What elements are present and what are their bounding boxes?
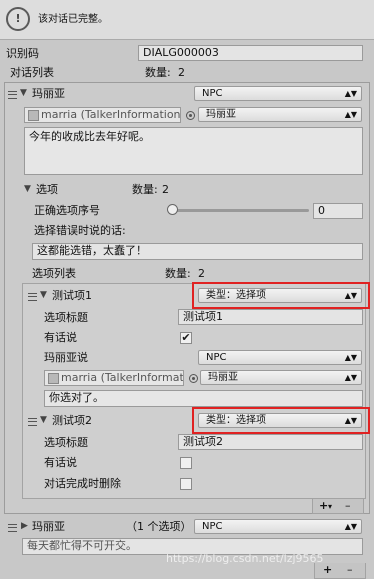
object-picker-icon[interactable] [189, 374, 198, 383]
dialog-list-label: 对话列表 [10, 66, 54, 79]
options-count-label: 数量: [132, 183, 158, 196]
fold-closed-icon[interactable]: ▶ [21, 519, 28, 533]
wrong-answer-label: 选择错误时说的话: [34, 224, 126, 237]
wrong-answer-field[interactable]: 这都能选错，太蠢了！ [32, 243, 363, 260]
fold-open-icon[interactable]: ▼ [20, 86, 27, 100]
option2-has-talk-label: 有话说 [44, 456, 77, 469]
talker1-content[interactable]: 今年的收成比去年好呢。 [24, 127, 363, 175]
object-icon [48, 373, 59, 384]
option-list-count: 2 [198, 267, 205, 280]
talker1-name: 玛丽亚 [32, 87, 65, 100]
dialog-list-count: 2 [178, 66, 185, 79]
talker2-type-dropdown[interactable]: NPC ▲▼ [194, 519, 362, 534]
dropdown-arrow-icon: ▲▼ [344, 110, 357, 119]
dropdown-arrow-icon: ▲▼ [344, 522, 357, 531]
option2-title-label: 选项标题 [44, 436, 88, 449]
drag-handle-icon[interactable] [28, 293, 37, 301]
option2-has-talk-checkbox[interactable] [180, 457, 192, 469]
dropdown-arrow-icon: ▲▼ [344, 353, 357, 362]
option-list-label: 选项列表 [32, 267, 76, 280]
drag-handle-icon[interactable] [8, 524, 17, 532]
option1-speaker-label: 玛丽亚说 [44, 351, 88, 364]
options-label: 选项 [36, 183, 58, 196]
highlight-box [192, 407, 370, 434]
option1-has-talk-label: 有话说 [44, 331, 77, 344]
remove-icon[interactable]: – [345, 499, 351, 513]
add-icon[interactable]: + [323, 563, 332, 577]
option-list-count-label: 数量: [165, 267, 191, 280]
option1-object-field[interactable]: marria (TalkerInformatio [44, 370, 184, 386]
talker1-type-dropdown[interactable]: NPC ▲▼ [194, 86, 362, 101]
fold-open-icon[interactable]: ▼ [40, 413, 47, 427]
options-fold-icon[interactable]: ▼ [24, 182, 31, 196]
object-icon [28, 110, 39, 121]
correct-index-field[interactable]: 0 [313, 203, 363, 219]
object-picker-icon[interactable] [186, 111, 195, 120]
option1-content[interactable]: 你选对了。 [44, 390, 363, 407]
info-icon: ! [6, 7, 30, 31]
correct-index-slider-thumb[interactable] [167, 204, 178, 215]
talker1-object-field[interactable]: marria (TalkerInformation) [24, 107, 181, 123]
dropdown-arrow-icon: ▲▼ [344, 373, 357, 382]
option1-title-label: 选项标题 [44, 311, 88, 324]
drag-handle-icon[interactable] [28, 418, 37, 426]
option1-speaker-dropdown[interactable]: NPC ▲▼ [198, 350, 362, 365]
add-icon[interactable]: + [319, 499, 328, 513]
option1-talker-dropdown[interactable]: 玛丽亚 ▲▼ [200, 370, 362, 385]
watermark: https://blog.csdn.net/lzj9565 [166, 552, 324, 565]
add-menu-icon[interactable]: ▾ [328, 500, 332, 514]
dialog-list-count-label: 数量: [145, 66, 171, 79]
talker1-talker-dropdown[interactable]: 玛丽亚 ▲▼ [198, 107, 362, 122]
correct-index-label: 正确选项序号 [34, 204, 100, 217]
help-box: ! 该对话已完整。 [0, 0, 374, 40]
option1-title-field[interactable]: 测试项1 [178, 309, 363, 325]
remove-icon[interactable]: – [347, 563, 353, 577]
id-field[interactable]: DIALG000003 [138, 45, 363, 61]
list-controls: + ▾ – [312, 499, 364, 514]
id-label: 识别码 [6, 47, 39, 60]
option2-delete-label: 对话完成时删除 [44, 477, 121, 490]
drag-handle-icon[interactable] [8, 91, 17, 99]
option1-name: 测试项1 [52, 289, 92, 302]
help-message: 该对话已完整。 [38, 14, 108, 25]
option2-title-field[interactable]: 测试项2 [178, 434, 363, 450]
correct-index-slider-track[interactable] [170, 209, 309, 212]
talker2-options-count: （1 个选项） [126, 520, 192, 533]
option2-delete-checkbox[interactable] [180, 478, 192, 490]
options-count: 2 [162, 183, 169, 196]
option2-name: 测试项2 [52, 414, 92, 427]
dropdown-arrow-icon: ▲▼ [344, 89, 357, 98]
option1-has-talk-checkbox[interactable]: ✔ [180, 332, 192, 344]
talker2-name: 玛丽亚 [32, 520, 65, 533]
fold-open-icon[interactable]: ▼ [40, 288, 47, 302]
highlight-box [192, 282, 370, 309]
